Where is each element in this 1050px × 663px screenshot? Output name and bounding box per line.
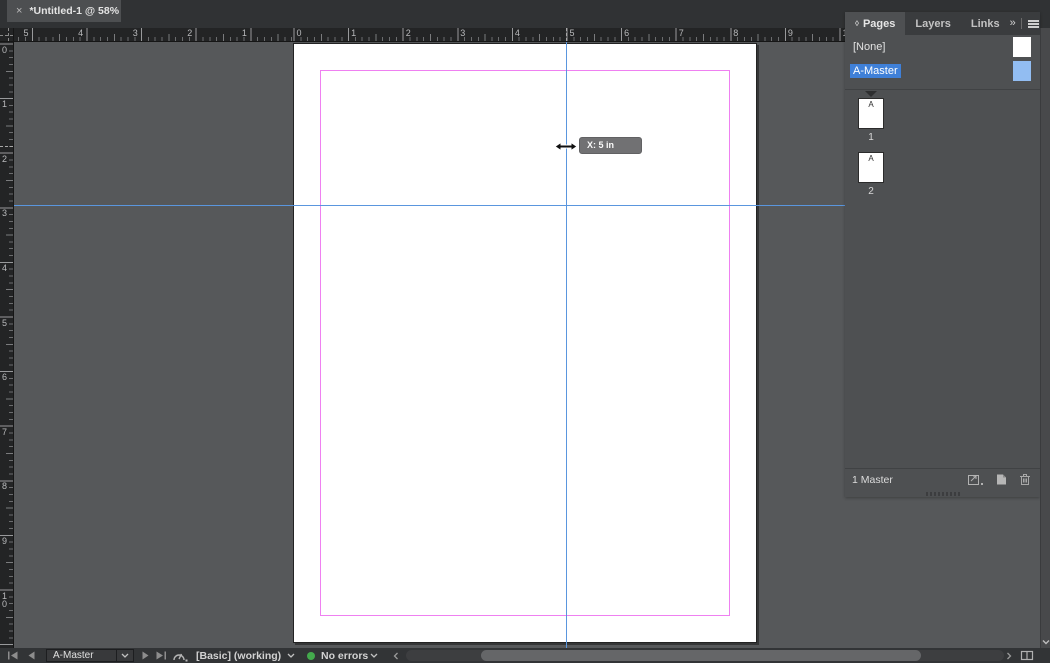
previous-spread-button[interactable]	[27, 648, 36, 663]
guide-position-tooltip: X: 5 in	[579, 137, 642, 154]
preflight-status-label[interactable]: No errors	[321, 648, 368, 663]
preflight-profile-label[interactable]: [Basic] (working)	[196, 648, 281, 663]
ruler-label: 1	[2, 100, 10, 108]
close-icon[interactable]: ×	[16, 6, 22, 17]
master-swatch[interactable]	[1013, 37, 1031, 57]
panel-menu-icon[interactable]	[1028, 20, 1039, 28]
tab-links-label: Links	[971, 18, 1000, 30]
status-bar: A-Master [Basic] (working) No errors	[0, 648, 1050, 663]
ruler-label: 3	[133, 29, 138, 38]
panel-section-divider	[845, 89, 1040, 90]
scroll-left-icon[interactable]	[393, 648, 399, 663]
spread-marker-icon	[865, 91, 877, 97]
page-thumbnail-1[interactable]: A	[858, 98, 884, 129]
master-name-selected: A-Master	[850, 64, 901, 78]
vertical-ruler-guide[interactable]	[566, 42, 567, 648]
panel-resize-grip[interactable]	[926, 492, 960, 496]
ruler-origin-box[interactable]	[0, 28, 14, 42]
ruler-label: 5	[2, 319, 10, 327]
master-letter: A	[859, 154, 883, 163]
next-spread-button[interactable]	[141, 648, 150, 663]
panel-footer: 1 Master	[845, 468, 1040, 490]
tab-layers-label: Layers	[915, 18, 950, 30]
header-divider	[1021, 18, 1022, 29]
ruler-label: 8	[733, 29, 738, 38]
page-thumbnail-2[interactable]: A	[858, 152, 884, 183]
ruler-label: 9	[788, 29, 793, 38]
pages-panel: ◊ Pages Layers Links » [None] A-Master A…	[845, 12, 1040, 497]
origin-crosshair-h	[0, 35, 13, 36]
ruler-label: 4	[515, 29, 520, 38]
chevron-down-icon[interactable]	[287, 648, 295, 663]
tab-layers[interactable]: Layers	[905, 12, 960, 35]
ruler-label: 5	[24, 29, 29, 38]
master-letter: A	[859, 100, 883, 109]
master-count-label: 1 Master	[852, 474, 967, 486]
document-tab[interactable]: × *Untitled-1 @ 58%	[7, 0, 121, 22]
scroll-right-icon[interactable]	[1006, 648, 1012, 663]
ruler-label: 2	[406, 29, 411, 38]
vertical-scrollbar[interactable]	[1040, 28, 1050, 648]
horizontal-scrollbar-track[interactable]	[406, 650, 1004, 661]
page-select-value: A-Master	[47, 650, 116, 661]
master-swatch[interactable]	[1013, 61, 1031, 81]
status-dot	[307, 652, 315, 660]
spread-view-icon[interactable]	[1020, 648, 1034, 663]
ruler-label: 1	[351, 29, 356, 38]
panel-cycle-icon: ◊	[855, 19, 859, 28]
ruler-label: 3	[2, 209, 10, 217]
preflight-menu-icon[interactable]	[172, 648, 188, 663]
ruler-label: 0	[297, 29, 302, 38]
ruler-label: 1	[242, 29, 247, 38]
tab-pages[interactable]: ◊ Pages	[845, 12, 905, 35]
master-row-none[interactable]: [None]	[845, 36, 1040, 58]
create-new-page-icon[interactable]	[995, 473, 1008, 486]
ruler-label: 2	[2, 155, 10, 163]
delete-page-trash-icon[interactable]	[1019, 473, 1031, 486]
ruler-label: 8	[2, 482, 10, 490]
horizontal-scrollbar-thumb[interactable]	[481, 650, 921, 661]
ruler-label: 4	[78, 29, 83, 38]
tab-pages-label: Pages	[863, 18, 895, 30]
ruler-label: 5	[570, 29, 575, 38]
ruler-label: 7	[679, 29, 684, 38]
ruler-inch-ticks	[0, 42, 13, 648]
ruler-label: 3	[460, 29, 465, 38]
chevron-down-icon[interactable]	[116, 650, 133, 661]
tab-links[interactable]: Links	[961, 12, 1010, 35]
cursor-position-marker	[0, 146, 13, 147]
first-spread-button[interactable]	[7, 648, 19, 663]
ruler-label: 6	[624, 29, 629, 38]
chevron-down-icon[interactable]	[370, 648, 378, 663]
vertical-ruler[interactable]: 0 1 2 3 4 5 6 7 8 9 10	[0, 42, 14, 648]
ruler-label: 2	[187, 29, 192, 38]
scroll-down-icon[interactable]	[1042, 639, 1050, 645]
ruler-label: 9	[2, 537, 10, 545]
collapse-panel-icon[interactable]: »	[1010, 18, 1015, 29]
ruler-label: 4	[2, 264, 10, 272]
ruler-label: 6	[2, 373, 10, 381]
page-number-1: 1	[858, 132, 884, 143]
last-spread-button[interactable]	[155, 648, 167, 663]
document-title: *Untitled-1 @ 58%	[29, 5, 119, 17]
ruler-label: 10	[2, 592, 10, 608]
page-number-2: 2	[858, 186, 884, 197]
margin-guides	[320, 70, 730, 616]
edit-page-size-icon[interactable]	[967, 473, 984, 486]
master-name: [None]	[850, 40, 888, 54]
horizontal-resize-cursor-icon	[554, 140, 578, 158]
cursor-position-marker	[566, 28, 567, 41]
master-row-a-master[interactable]: A-Master	[845, 60, 1040, 82]
ruler-label: 0	[2, 46, 10, 54]
ruler-label: 7	[2, 428, 10, 436]
page-select-dropdown[interactable]: A-Master	[46, 649, 134, 662]
panel-tab-bar: ◊ Pages Layers Links »	[845, 12, 1040, 35]
